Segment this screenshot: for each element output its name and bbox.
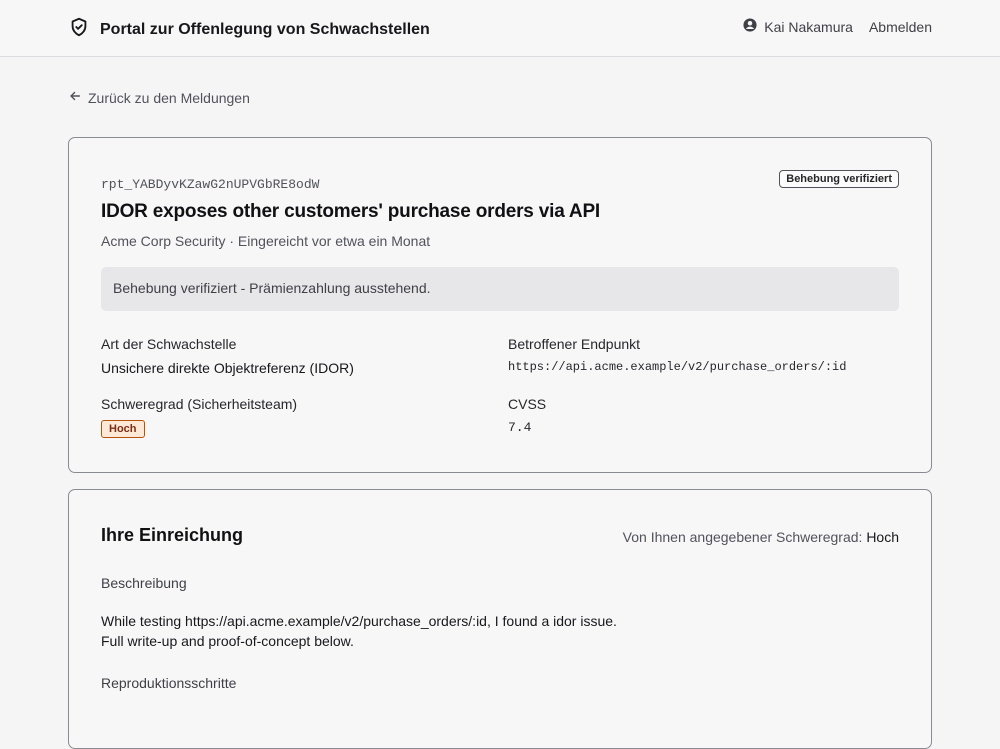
status-badge: Behebung verifiziert xyxy=(779,170,899,188)
app-title: Portal zur Offenlegung von Schwachstelle… xyxy=(100,20,430,38)
submission-card: Ihre Einreichung Von Ihnen angegebener S… xyxy=(68,489,932,749)
description-line: While testing https://api.acme.example/v… xyxy=(101,613,617,629)
given-severity-value: Hoch xyxy=(866,529,899,545)
report-id: rpt_YABDyvKZawG2nUPVGbRE8odW xyxy=(101,177,320,192)
severity-badge: Hoch xyxy=(101,420,145,438)
submission-title: Ihre Einreichung xyxy=(101,525,244,545)
status-notice: Behebung verifiziert - Prämienzahlung au… xyxy=(101,267,899,311)
back-link-label: Zurück zu den Meldungen xyxy=(88,89,250,106)
report-title: IDOR exposes other customers' purchase o… xyxy=(101,201,601,222)
back-link[interactable]: Zurück zu den Meldungen xyxy=(68,89,250,106)
arrow-left-icon xyxy=(68,89,82,106)
user-menu: Kai Nakamura Abmelden xyxy=(743,18,932,35)
report-card: rpt_YABDyvKZawG2nUPVGbRE8odW Behebung ve… xyxy=(68,137,932,473)
description-text: While testing https://api.acme.example/v… xyxy=(101,611,617,651)
user-circle-icon xyxy=(743,18,757,35)
user-name: Kai Nakamura xyxy=(764,18,853,35)
description-label: Beschreibung xyxy=(101,575,187,591)
description-line: Full write-up and proof-of-concept below… xyxy=(101,633,354,649)
given-severity-label: Von Ihnen angegebener Schweregrad: xyxy=(622,529,863,545)
cvss-label: CVSS xyxy=(508,396,547,412)
brand[interactable]: Portal zur Offenlegung von Schwachstelle… xyxy=(68,16,430,43)
endpoint-value: https://api.acme.example/v2/purchase_ord… xyxy=(508,360,847,374)
given-severity: Von Ihnen angegebener Schweregrad: Hoch xyxy=(623,529,899,545)
vuln-type-value: Unsichere direkte Objektreferenz (IDOR) xyxy=(101,360,354,376)
top-bar: Portal zur Offenlegung von Schwachstelle… xyxy=(0,0,1000,57)
repro-steps-label: Reproduktionsschritte xyxy=(101,675,237,691)
endpoint-label: Betroffener Endpunkt xyxy=(508,336,641,352)
shield-check-icon xyxy=(68,16,90,43)
cvss-value: 7.4 xyxy=(508,420,532,435)
current-user[interactable]: Kai Nakamura xyxy=(743,18,853,35)
vuln-type-label: Art der Schwachstelle xyxy=(101,336,237,352)
report-meta: Acme Corp Security · Eingereicht vor etw… xyxy=(101,233,431,249)
severity-label: Schweregrad (Sicherheitsteam) xyxy=(101,396,298,412)
logout-button[interactable]: Abmelden xyxy=(869,19,932,35)
